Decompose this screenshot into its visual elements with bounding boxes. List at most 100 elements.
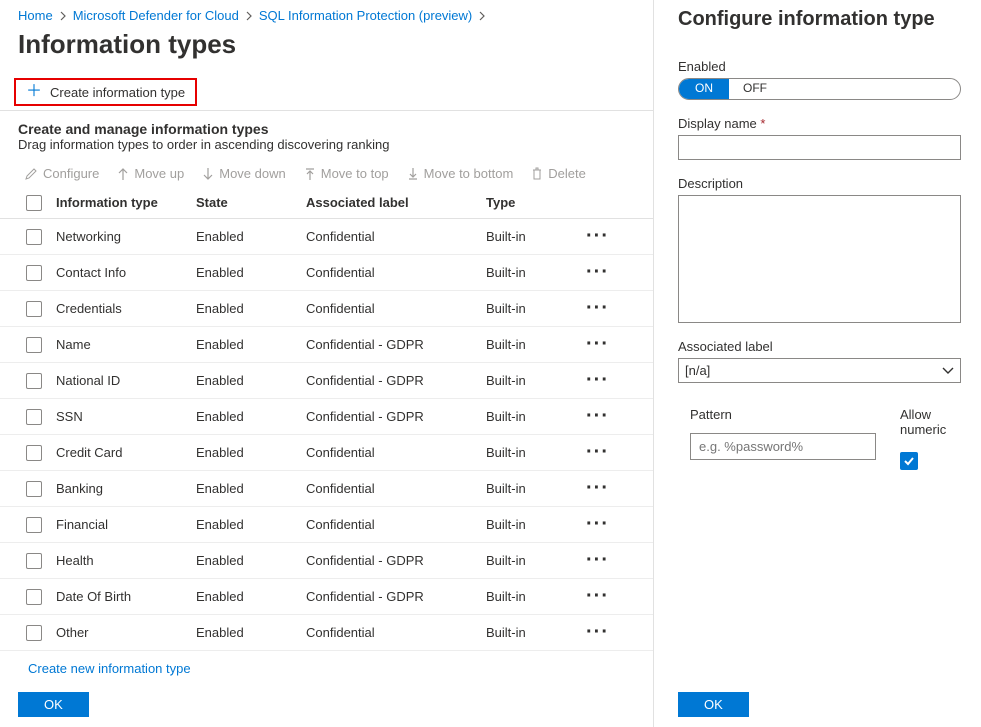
- cell-type: Built-in: [486, 373, 586, 388]
- cell-label: Confidential: [306, 625, 486, 640]
- configure-action[interactable]: Configure: [24, 166, 99, 181]
- row-more-icon[interactable]: ···: [586, 513, 626, 536]
- arrow-down-icon: [202, 167, 214, 181]
- check-icon: [903, 456, 915, 466]
- row-more-icon[interactable]: ···: [586, 333, 626, 356]
- cell-name: Health: [56, 553, 196, 568]
- cell-type: Built-in: [486, 337, 586, 352]
- page-title: Information types: [0, 23, 653, 74]
- cell-type: Built-in: [486, 517, 586, 532]
- table-row[interactable]: NetworkingEnabledConfidentialBuilt-in···: [0, 219, 653, 255]
- row-more-icon[interactable]: ···: [586, 369, 626, 392]
- table-row[interactable]: Contact InfoEnabledConfidentialBuilt-in·…: [0, 255, 653, 291]
- row-more-icon[interactable]: ···: [586, 585, 626, 608]
- table-row[interactable]: SSNEnabledConfidential - GDPRBuilt-in···: [0, 399, 653, 435]
- description-label: Description: [678, 176, 961, 191]
- row-checkbox[interactable]: [26, 625, 42, 641]
- row-checkbox[interactable]: [26, 301, 42, 317]
- display-name-input[interactable]: [678, 135, 961, 160]
- row-checkbox[interactable]: [26, 517, 42, 533]
- row-checkbox[interactable]: [26, 481, 42, 497]
- row-checkbox[interactable]: [26, 409, 42, 425]
- cell-name: Other: [56, 625, 196, 640]
- row-checkbox[interactable]: [26, 553, 42, 569]
- move-top-action[interactable]: Move to top: [304, 166, 389, 181]
- delete-label: Delete: [548, 166, 586, 181]
- cell-type: Built-in: [486, 589, 586, 604]
- row-more-icon[interactable]: ···: [586, 225, 626, 248]
- select-value: [n/a]: [685, 363, 710, 378]
- table-row[interactable]: HealthEnabledConfidential - GDPRBuilt-in…: [0, 543, 653, 579]
- cell-label: Confidential: [306, 481, 486, 496]
- toggle-off[interactable]: OFF: [729, 79, 781, 99]
- allow-numeric-checkbox[interactable]: [900, 452, 918, 470]
- col-label[interactable]: Associated label: [306, 195, 486, 210]
- cell-label: Confidential: [306, 517, 486, 532]
- arrow-top-icon: [304, 167, 316, 181]
- table-row[interactable]: CredentialsEnabledConfidentialBuilt-in··…: [0, 291, 653, 327]
- cell-name: National ID: [56, 373, 196, 388]
- chevron-right-icon: [59, 11, 67, 21]
- col-name[interactable]: Information type: [56, 195, 196, 210]
- row-more-icon[interactable]: ···: [586, 297, 626, 320]
- row-more-icon[interactable]: ···: [586, 549, 626, 572]
- cell-state: Enabled: [196, 301, 306, 316]
- cell-name: Banking: [56, 481, 196, 496]
- col-type[interactable]: Type: [486, 195, 586, 210]
- create-information-type-button[interactable]: ＋ Create information type: [14, 78, 197, 106]
- row-checkbox[interactable]: [26, 373, 42, 389]
- row-checkbox[interactable]: [26, 229, 42, 245]
- cell-label: Confidential - GDPR: [306, 409, 486, 424]
- create-new-link[interactable]: Create new information type: [0, 651, 653, 676]
- cell-state: Enabled: [196, 517, 306, 532]
- col-state[interactable]: State: [196, 195, 306, 210]
- row-more-icon[interactable]: ···: [586, 477, 626, 500]
- row-checkbox[interactable]: [26, 265, 42, 281]
- table-row[interactable]: NameEnabledConfidential - GDPRBuilt-in··…: [0, 327, 653, 363]
- table-row[interactable]: FinancialEnabledConfidentialBuilt-in···: [0, 507, 653, 543]
- cell-label: Confidential - GDPR: [306, 373, 486, 388]
- select-all-checkbox[interactable]: [26, 195, 42, 211]
- cell-state: Enabled: [196, 409, 306, 424]
- configure-pane: Configure information type Enabled ON OF…: [654, 0, 981, 727]
- table-row[interactable]: Credit CardEnabledConfidentialBuilt-in··…: [0, 435, 653, 471]
- cell-type: Built-in: [486, 625, 586, 640]
- breadcrumb-defender[interactable]: Microsoft Defender for Cloud: [73, 8, 239, 23]
- pattern-label: Pattern: [690, 407, 876, 422]
- table-row[interactable]: Date Of BirthEnabledConfidential - GDPRB…: [0, 579, 653, 615]
- associated-label-label: Associated label: [678, 339, 961, 354]
- row-more-icon[interactable]: ···: [586, 441, 626, 464]
- cell-name: Contact Info: [56, 265, 196, 280]
- ok-button-main[interactable]: OK: [18, 692, 89, 717]
- pattern-input[interactable]: [690, 433, 876, 460]
- cell-name: SSN: [56, 409, 196, 424]
- associated-label-select[interactable]: [n/a]: [678, 358, 961, 383]
- cell-state: Enabled: [196, 481, 306, 496]
- move-up-label: Move up: [134, 166, 184, 181]
- breadcrumb-home[interactable]: Home: [18, 8, 53, 23]
- enabled-toggle[interactable]: ON OFF: [678, 78, 961, 100]
- row-checkbox[interactable]: [26, 589, 42, 605]
- cell-name: Name: [56, 337, 196, 352]
- cell-label: Confidential: [306, 229, 486, 244]
- table-row[interactable]: BankingEnabledConfidentialBuilt-in···: [0, 471, 653, 507]
- move-bottom-action[interactable]: Move to bottom: [407, 166, 514, 181]
- table-row[interactable]: OtherEnabledConfidentialBuilt-in···: [0, 615, 653, 651]
- row-checkbox[interactable]: [26, 445, 42, 461]
- cell-state: Enabled: [196, 337, 306, 352]
- row-checkbox[interactable]: [26, 337, 42, 353]
- cell-type: Built-in: [486, 481, 586, 496]
- row-more-icon[interactable]: ···: [586, 405, 626, 428]
- table-row[interactable]: National IDEnabledConfidential - GDPRBui…: [0, 363, 653, 399]
- delete-action[interactable]: Delete: [531, 166, 586, 181]
- breadcrumb-sql-ip[interactable]: SQL Information Protection (preview): [259, 8, 472, 23]
- row-more-icon[interactable]: ···: [586, 621, 626, 644]
- move-down-action[interactable]: Move down: [202, 166, 285, 181]
- toggle-on[interactable]: ON: [679, 79, 729, 99]
- cell-label: Confidential - GDPR: [306, 337, 486, 352]
- description-input[interactable]: [678, 195, 961, 323]
- row-more-icon[interactable]: ···: [586, 261, 626, 284]
- breadcrumb: Home Microsoft Defender for Cloud SQL In…: [0, 8, 653, 23]
- ok-button-side[interactable]: OK: [678, 692, 749, 717]
- move-up-action[interactable]: Move up: [117, 166, 184, 181]
